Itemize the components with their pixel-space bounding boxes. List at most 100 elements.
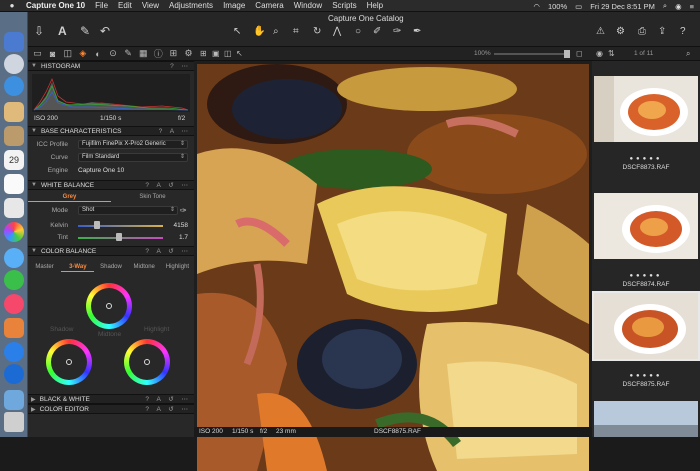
search-icon[interactable]: ⌕ <box>686 49 690 59</box>
export-icon[interactable]: ⇪ <box>658 26 666 37</box>
downloads-folder-icon[interactable] <box>4 390 24 410</box>
crop-tool-icon[interactable]: ⌗ <box>293 26 299 37</box>
calendar-icon[interactable]: 29 <box>4 150 24 170</box>
base-characteristics-header[interactable]: ▼ BASE CHARACTERISTICS ? A ⋯ <box>28 126 194 136</box>
battery-text[interactable]: 100% <box>548 2 567 11</box>
annotate-tool-icon[interactable]: ✒ <box>413 26 421 37</box>
launchpad-icon[interactable] <box>4 54 24 74</box>
tab-shadow[interactable]: Shadow <box>94 262 127 272</box>
color-editor-header[interactable]: ▶ COLOR EDITOR ? A ↺ ⋯ <box>28 404 194 414</box>
tint-value[interactable]: 1.7 <box>170 234 188 241</box>
mask-brush-icon[interactable]: ✐ <box>373 26 381 37</box>
zoom-slider[interactable] <box>494 53 568 55</box>
tab-master[interactable]: Master <box>28 262 61 272</box>
cb-header-icons[interactable]: ? A ↺ ⋯ <box>145 247 191 255</box>
grid-view-icon[interactable]: ⊞ <box>200 49 207 58</box>
capture-tab-icon[interactable]: ◙ <box>47 49 58 59</box>
rotate-tool-icon[interactable]: ↻ <box>313 26 321 37</box>
safari-icon[interactable] <box>4 76 24 96</box>
select-tool-icon[interactable]: ↖ <box>233 26 241 37</box>
photo-booth-icon[interactable] <box>4 198 24 218</box>
adjustments-tab-icon[interactable]: ▦ <box>138 48 149 59</box>
color-tab-icon[interactable]: ◈ <box>77 48 88 59</box>
kelvin-value[interactable]: 4158 <box>170 222 188 229</box>
details-tab-icon[interactable]: ⊙ <box>107 48 118 59</box>
import-icon[interactable]: ⇩ <box>34 24 44 38</box>
menu-view[interactable]: View <box>142 1 159 10</box>
single-view-icon[interactable]: ▣ <box>212 49 220 58</box>
ibooks-icon[interactable] <box>4 318 24 338</box>
thumbnail-2[interactable] <box>594 193 698 259</box>
cursor-tool-icon[interactable]: ↖ <box>236 49 243 58</box>
histogram-header[interactable]: ▼ HISTOGRAM ? ⋯ <box>28 61 194 71</box>
facetime-icon[interactable] <box>4 270 24 290</box>
menu-window[interactable]: Window <box>294 1 322 10</box>
kelvin-slider-track[interactable] <box>78 225 163 227</box>
spot-tool-icon[interactable]: ○ <box>355 26 361 37</box>
menu-help[interactable]: Help <box>367 1 383 10</box>
print-icon[interactable]: ⎙ <box>638 26 646 37</box>
thumbnail-2-rating[interactable]: ●●●●● <box>592 273 700 279</box>
eye-icon[interactable]: ◉ <box>596 49 603 58</box>
app-menu[interactable]: Capture One 10 <box>26 1 85 10</box>
tab-grey[interactable]: Grey <box>28 192 111 202</box>
notes-icon[interactable] <box>4 126 24 146</box>
settings-icon[interactable]: ⚙ <box>616 26 625 37</box>
bw-header-icons[interactable]: ? A ↺ ⋯ <box>145 395 191 403</box>
music-icon[interactable] <box>4 294 24 314</box>
tab-3-way[interactable]: 3-Way <box>61 262 95 272</box>
menu-scripts[interactable]: Scripts <box>332 1 356 10</box>
wb-mode-select[interactable]: Shot ⇕ <box>78 206 178 215</box>
wifi-icon[interactable]: ◠ <box>533 2 540 11</box>
brush-icon[interactable]: ✎ <box>80 24 90 38</box>
tab-midtone[interactable]: Midtone <box>128 262 161 272</box>
shadow-color-wheel[interactable] <box>46 339 92 385</box>
info-icon[interactable] <box>4 364 24 384</box>
app-store-icon[interactable] <box>4 342 24 362</box>
white-balance-header[interactable]: ▼ WHITE BALANCE ? A ↺ ⋯ <box>28 180 194 190</box>
apple-icon[interactable]: ● <box>6 1 18 10</box>
keystone-tool-icon[interactable]: ⋀ <box>333 26 341 37</box>
wb-header-icons[interactable]: ? A ↺ ⋯ <box>145 181 191 189</box>
icc-profile-select[interactable]: Fujifilm FinePix X-Pro2 Generic ⇕ <box>78 140 188 149</box>
thumbnail-3-rating[interactable]: ●●●●● <box>592 373 700 379</box>
highlight-color-wheel[interactable] <box>124 339 170 385</box>
menu-file[interactable]: File <box>95 1 108 10</box>
undo-icon[interactable]: ↶ <box>100 24 110 38</box>
lens-tab-icon[interactable]: ◫ <box>62 48 73 59</box>
trash-icon[interactable] <box>4 412 24 432</box>
preview-icon[interactable] <box>4 102 24 122</box>
kelvin-slider-thumb[interactable] <box>94 221 100 229</box>
fit-icon[interactable]: ◻ <box>576 49 583 58</box>
output-tab-icon[interactable]: ⊞ <box>168 48 179 59</box>
ce-header-icons[interactable]: ? A ↺ ⋯ <box>145 405 191 413</box>
tab-highlight[interactable]: Highlight <box>161 262 194 272</box>
menu-edit[interactable]: Edit <box>118 1 132 10</box>
histogram-header-icons[interactable]: ? ⋯ <box>170 62 191 70</box>
menu-adjustments[interactable]: Adjustments <box>169 1 213 10</box>
clock[interactable]: Fri 29 Dec 8:51 PM <box>590 2 655 11</box>
help-icon[interactable]: ? <box>680 26 686 37</box>
pan-tool-icon[interactable]: ✋ <box>253 26 265 37</box>
battery-icon[interactable]: ▭ <box>575 2 582 11</box>
photos-icon[interactable] <box>4 222 24 242</box>
thumbnail-1-rating[interactable]: ●●●●● <box>592 156 700 162</box>
thumbnail-4[interactable] <box>594 401 698 437</box>
local-adjust-tab-icon[interactable]: ✎ <box>123 48 134 59</box>
zoom-slider-thumb[interactable] <box>564 50 570 58</box>
picker-tool-icon[interactable]: ✑ <box>393 26 401 37</box>
base-header-icons[interactable]: ? A ⋯ <box>159 127 191 135</box>
sort-icon[interactable]: ⇅ <box>608 49 615 58</box>
zoom-level[interactable]: 100% <box>474 50 491 57</box>
curve-select[interactable]: Film Standard ⇕ <box>78 153 188 162</box>
midtone-color-wheel[interactable] <box>86 283 132 329</box>
user-icon[interactable]: ◉ <box>675 2 682 11</box>
loupe-tool-icon[interactable]: ⌕ <box>273 26 279 37</box>
color-balance-header[interactable]: ▼ COLOR BALANCE ? A ↺ ⋯ <box>28 246 194 256</box>
search-icon[interactable]: ⌕ <box>663 1 667 11</box>
library-tab-icon[interactable]: ▭ <box>32 48 43 59</box>
text-icon[interactable]: A <box>58 24 67 38</box>
finder-icon[interactable] <box>4 32 24 52</box>
list-icon[interactable]: ≡ <box>690 2 694 11</box>
batch-tab-icon[interactable]: ⚙ <box>183 48 194 59</box>
